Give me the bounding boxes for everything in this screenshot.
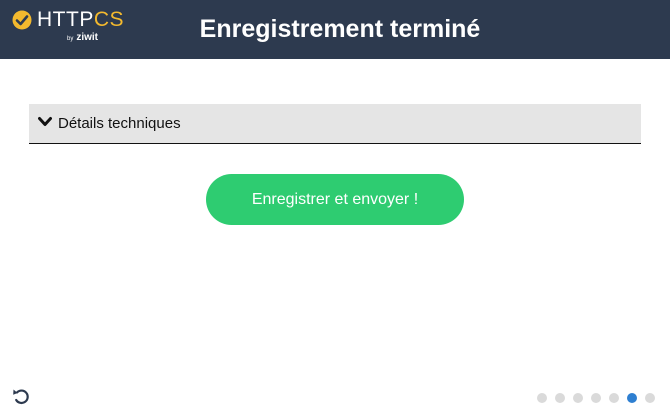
step-dot-4[interactable] [591, 393, 601, 403]
page-title: Enregistrement terminé [199, 15, 481, 43]
logo-byline: by ziwit [67, 32, 98, 43]
logo-name-part2: CS [93, 8, 125, 31]
undo-icon[interactable] [11, 386, 31, 406]
technical-details-label: Détails techniques [58, 115, 181, 132]
step-dot-3[interactable] [573, 393, 583, 403]
logo-name-part1: HTTP [37, 8, 94, 31]
header-bar: HTTPCS by ziwit Enregistrement terminé [0, 0, 670, 59]
step-dot-5[interactable] [609, 393, 619, 403]
logo-brand-text: ziwit [76, 32, 99, 43]
httpcs-logo: HTTPCS by ziwit [12, 8, 124, 48]
step-dot-7[interactable] [645, 393, 655, 403]
step-dot-2[interactable] [555, 393, 565, 403]
step-dot-1[interactable] [537, 393, 547, 403]
save-and-send-button[interactable]: Enregistrer et envoyer ! [206, 174, 464, 225]
logo-wordmark: HTTPCS [37, 8, 124, 32]
step-dot-6[interactable] [627, 393, 637, 403]
chevron-down-icon [38, 117, 52, 126]
logo-by-text: by [67, 36, 74, 42]
technical-details-toggle[interactable]: Détails techniques [29, 104, 641, 144]
step-indicator [537, 393, 655, 403]
check-circle-icon [12, 10, 32, 30]
